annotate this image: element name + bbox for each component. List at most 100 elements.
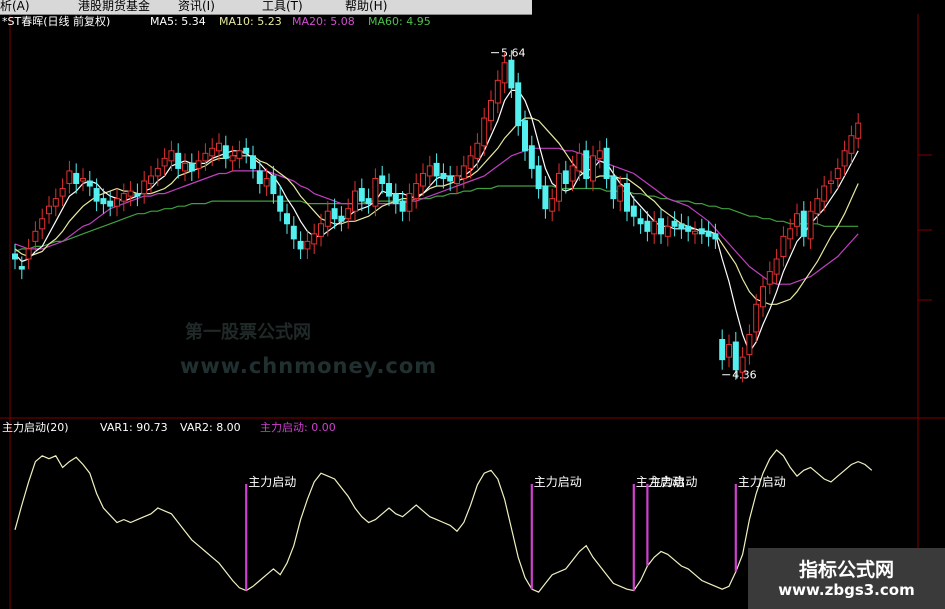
candle: [549, 188, 556, 222]
candle-body: [39, 218, 46, 230]
candle-body: [834, 167, 841, 179]
candle: [120, 183, 127, 212]
candle-body: [386, 183, 392, 197]
candle-body: [202, 152, 209, 162]
candle-body: [372, 177, 379, 207]
candle: [182, 153, 188, 181]
high-price-label: 5.64: [501, 47, 526, 60]
candle-body: [508, 59, 515, 89]
candle: [834, 158, 841, 189]
candle-body: [93, 188, 100, 202]
candle-body: [399, 200, 406, 212]
price-annotations: 5.64 4.36: [491, 47, 757, 382]
candle: [134, 183, 141, 207]
candle: [753, 294, 760, 343]
candle-body: [52, 198, 59, 207]
candle: [719, 329, 726, 370]
candle: [59, 178, 66, 207]
candle: [590, 145, 596, 192]
menu-item-help[interactable]: 帮助(H): [345, 0, 387, 13]
candle: [195, 150, 202, 179]
candle-body: [664, 225, 671, 237]
candle-body: [440, 172, 447, 179]
candle: [494, 70, 501, 114]
candle-body: [311, 233, 318, 245]
candle-body: [726, 344, 732, 358]
candle: [222, 135, 229, 169]
candle: [515, 72, 522, 136]
candle-body: [161, 157, 168, 167]
candle-body: [800, 210, 807, 237]
candle: [12, 243, 18, 270]
candle: [535, 155, 542, 199]
candle-body: [209, 147, 216, 157]
candle-body: [651, 220, 658, 235]
candle-body: [263, 177, 270, 187]
candle-body: [120, 193, 127, 202]
candle-body: [250, 155, 256, 169]
candle-body: [644, 220, 651, 232]
candle: [304, 231, 311, 259]
candle-body: [515, 82, 522, 127]
candle-body: [229, 155, 236, 162]
stock-chart[interactable]: 5.644.36 主力启动 主力启动 主力启动主力启动 主力启动: [0, 0, 945, 609]
site-badge: 指标公式网 www.zbgs3.com: [748, 548, 945, 609]
candle: [311, 223, 318, 254]
candle-body: [188, 162, 195, 172]
candle-body: [222, 145, 229, 159]
menu-item-analysis[interactable]: 析(A): [0, 0, 30, 13]
menu-item-hk-futures[interactable]: 港股期货基金: [78, 0, 150, 13]
candle-body: [392, 193, 399, 205]
candle-body: [290, 225, 297, 240]
candle-body: [304, 240, 311, 250]
candle: [141, 170, 148, 204]
candle-body: [73, 172, 80, 185]
candle-body: [590, 155, 596, 182]
watermark-title: 第一股票公式网: [185, 322, 311, 343]
candle: [780, 226, 787, 267]
candle: [161, 148, 168, 176]
candle-body: [32, 230, 39, 242]
candle-body: [630, 205, 637, 217]
candle: [338, 206, 345, 232]
candle: [229, 145, 236, 171]
badge-title: 指标公式网: [798, 559, 894, 581]
candle-body: [542, 185, 549, 210]
candle-body: [127, 190, 134, 197]
candle-body: [420, 172, 426, 187]
candle: [175, 143, 182, 179]
candle-body: [658, 218, 664, 235]
candle-body: [107, 200, 114, 207]
candle-body: [617, 185, 624, 202]
candle-body: [481, 117, 488, 147]
candle-body: [562, 170, 569, 185]
menu-item-tools[interactable]: 工具(T): [262, 0, 303, 13]
candle-body: [528, 145, 535, 169]
candle: [596, 140, 603, 169]
candle-body: [12, 253, 18, 260]
candle: [556, 163, 562, 212]
candle: [664, 216, 671, 247]
candle-body: [494, 79, 501, 104]
candle: [848, 125, 855, 164]
candle: [114, 188, 120, 217]
candle-body: [855, 122, 862, 139]
candle-body: [685, 225, 692, 232]
menu-item-info[interactable]: 资讯(I): [178, 0, 215, 13]
candle-body: [454, 175, 460, 185]
candle: [243, 138, 250, 164]
candle: [86, 170, 93, 197]
candle: [406, 183, 413, 222]
candle-body: [148, 175, 154, 185]
ma60-value: MA60: 4.95: [368, 15, 431, 28]
candle-body: [692, 230, 698, 235]
candle: [610, 165, 617, 209]
candle-body: [358, 188, 365, 202]
candle-body: [522, 120, 528, 152]
signal-label: 主力启动: [248, 475, 296, 489]
candle-body: [277, 195, 284, 212]
candle-body: [569, 165, 576, 182]
candle-body: [59, 188, 66, 197]
candle-body: [841, 150, 848, 167]
candle-body: [406, 193, 413, 212]
